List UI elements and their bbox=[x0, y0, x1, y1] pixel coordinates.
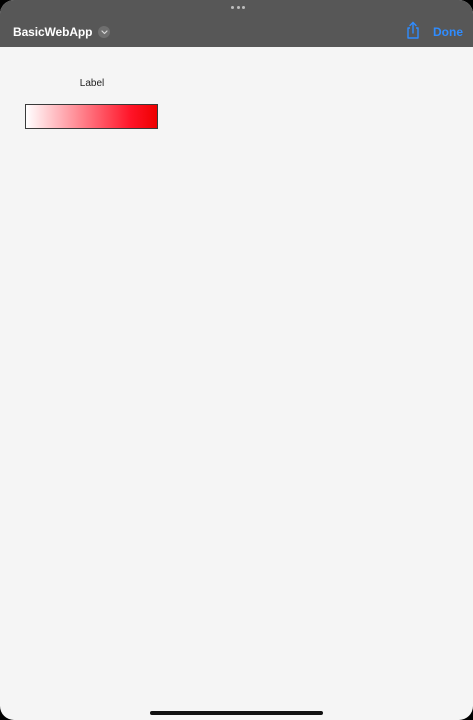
share-icon[interactable] bbox=[405, 21, 421, 39]
done-button[interactable]: Done bbox=[433, 24, 463, 40]
grabber-dot bbox=[242, 5, 245, 9]
app-title: BasicWebApp bbox=[13, 25, 93, 39]
progress-fill bbox=[26, 105, 157, 128]
chevron-down-icon[interactable] bbox=[98, 26, 111, 38]
home-indicator[interactable] bbox=[150, 711, 323, 715]
content-label: Label bbox=[79, 78, 105, 89]
progress-bar bbox=[25, 104, 158, 129]
grabber-dot bbox=[231, 5, 234, 9]
app-window: BasicWebApp Done Label bbox=[0, 0, 473, 720]
app-switcher[interactable]: BasicWebApp bbox=[13, 24, 111, 40]
app-toolbar: BasicWebApp Done bbox=[0, 0, 473, 47]
more-dots-icon[interactable] bbox=[231, 5, 245, 9]
grabber-dot bbox=[236, 5, 240, 9]
